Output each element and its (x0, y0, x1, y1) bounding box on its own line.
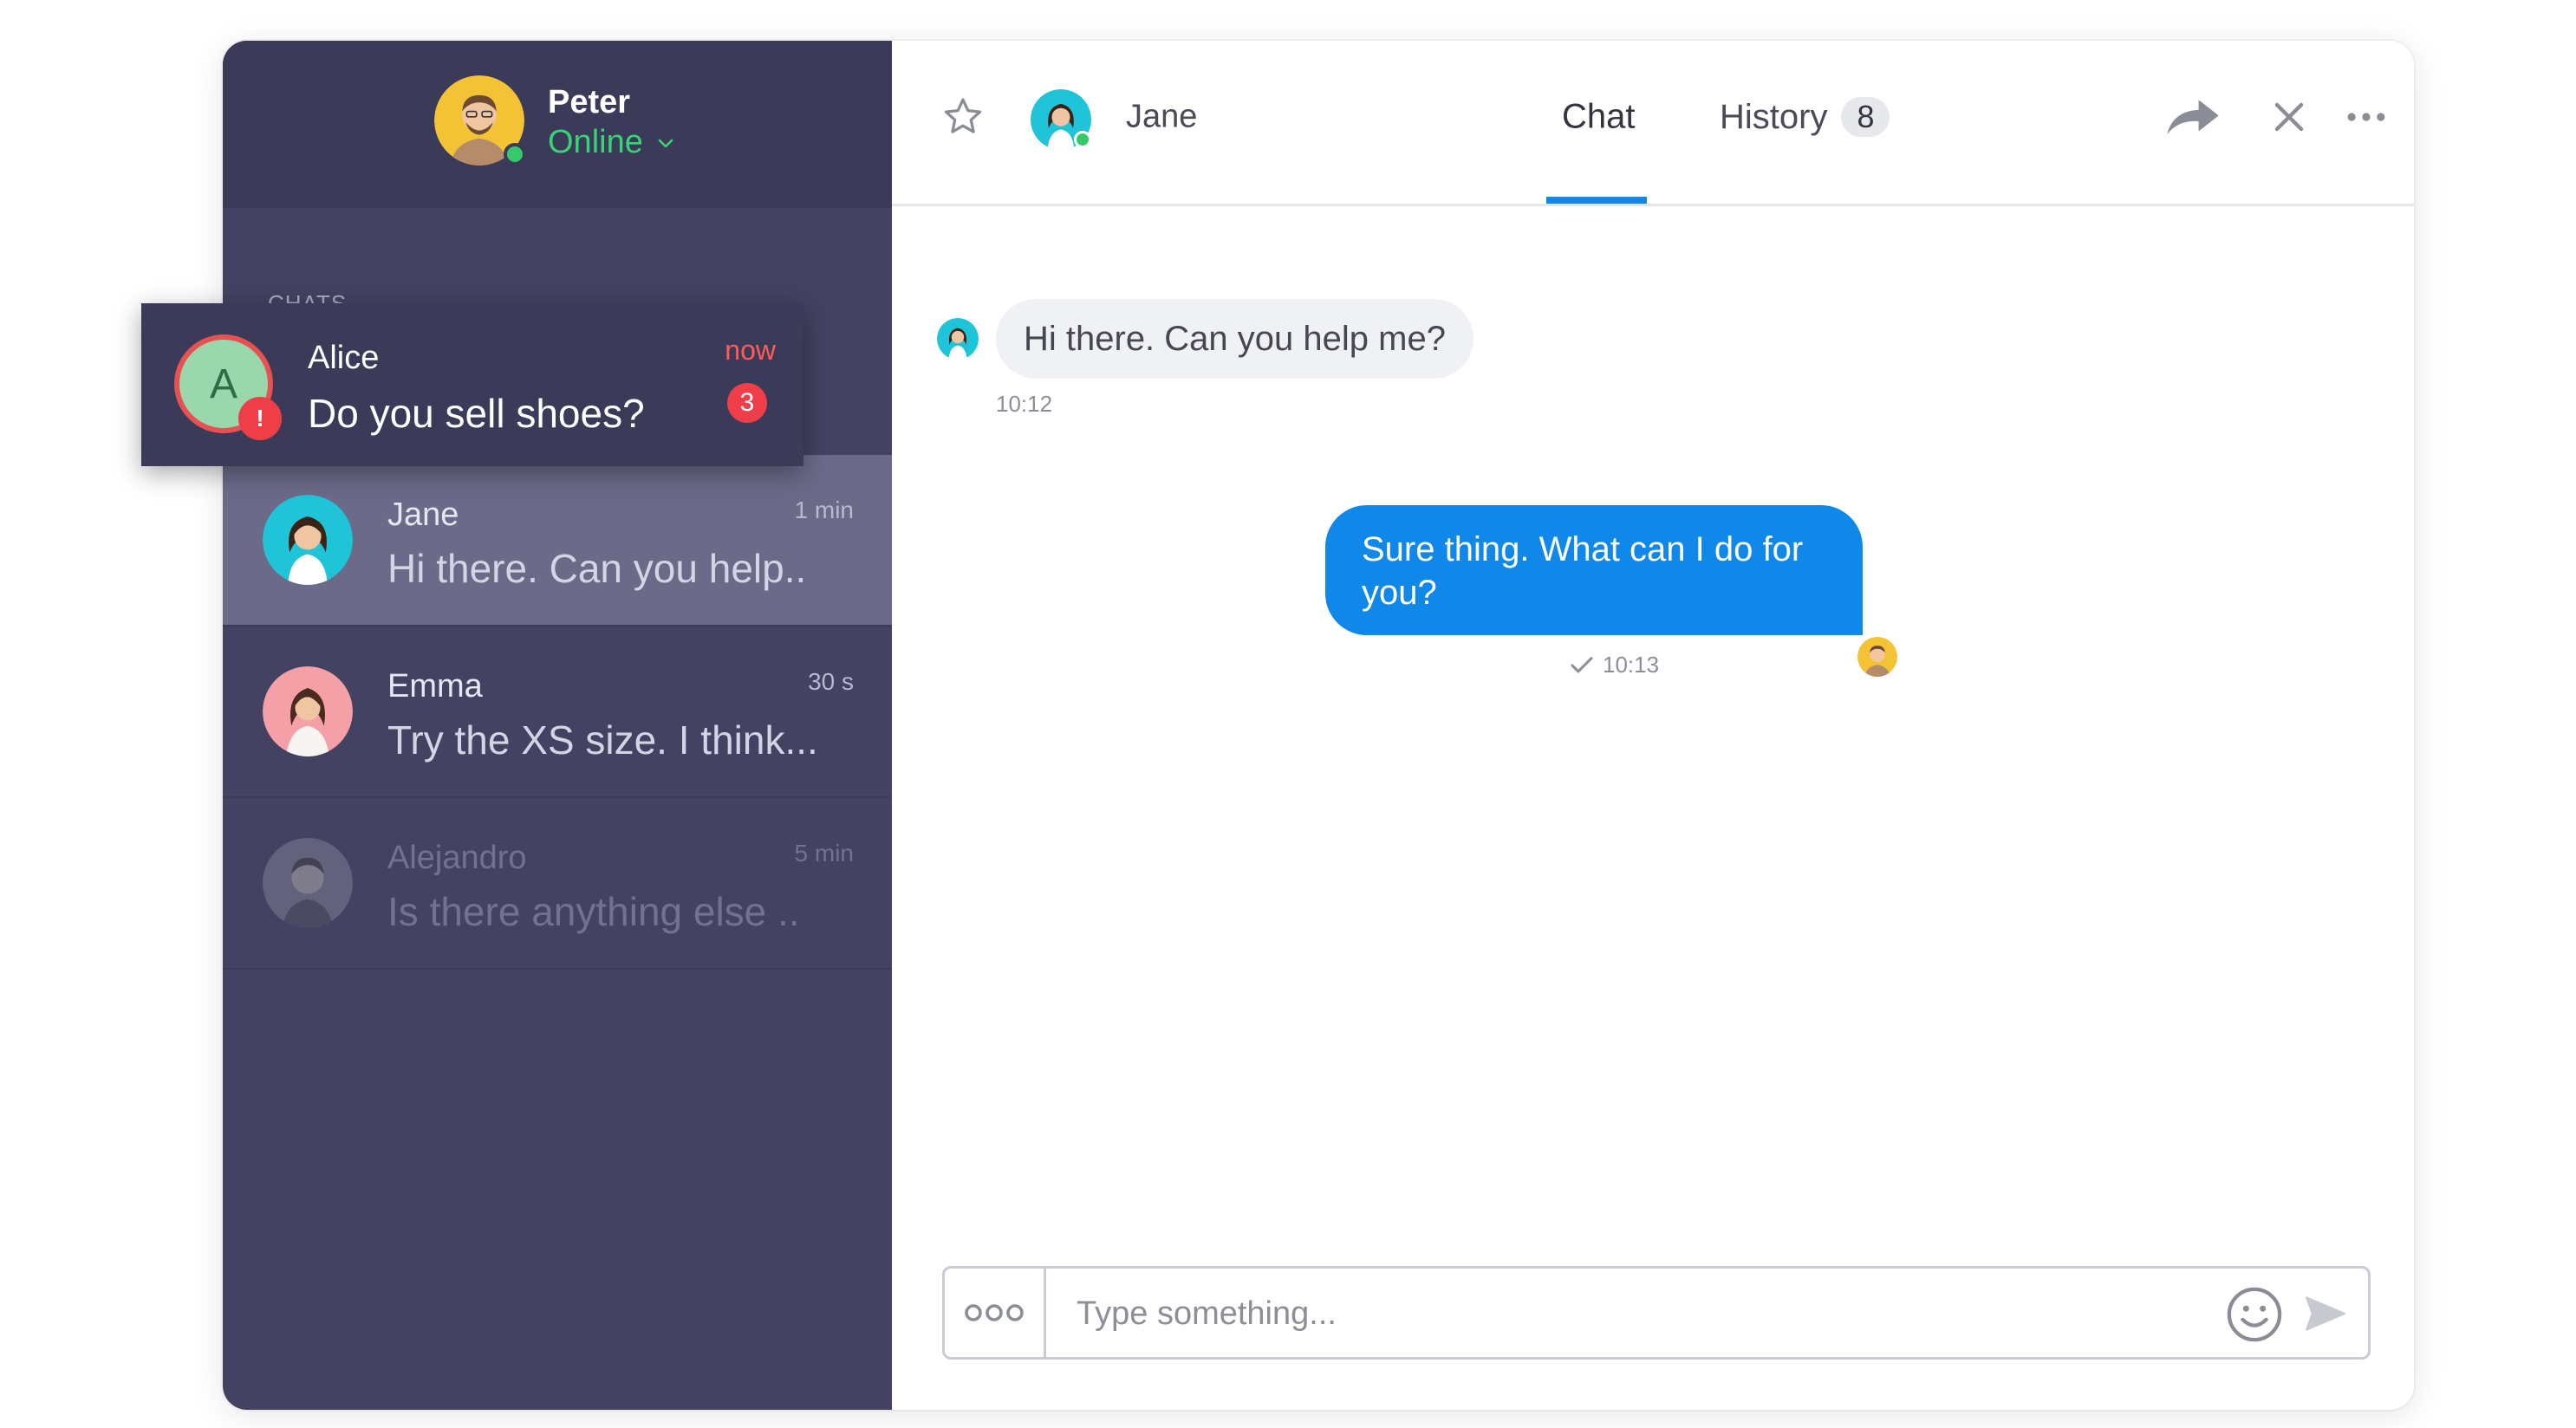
new-chat-notification[interactable]: A ! Alice now Do you sell shoes? 3 (141, 303, 803, 466)
online-indicator (504, 143, 526, 166)
notification-name: Alice (308, 340, 380, 376)
chat-item-message: Is there anything else .. (387, 889, 800, 934)
chat-item-alejandro[interactable]: Alejandro 5 min Is there anything else .… (223, 798, 892, 970)
tab-label: Chat (1562, 97, 1636, 136)
chat-item-emma[interactable]: Emma 30 s Try the XS size. I think... (223, 626, 892, 798)
notification-time: now (725, 334, 776, 366)
chevron-down-icon (658, 139, 673, 147)
emoji-icon[interactable] (2226, 1286, 2283, 1343)
chat-item-time: 30 s (808, 668, 854, 695)
outgoing-sender-avatar (1857, 637, 1897, 677)
chat-item-name: Jane (387, 497, 459, 533)
chat-item-message: Hi there. Can you help.. (387, 546, 807, 591)
chat-item-time: 5 min (794, 840, 854, 867)
chat-item-name: Emma (387, 668, 483, 704)
sidebar: Peter Online CHATS a Jane 1 min Hi there… (223, 41, 892, 1410)
outgoing-message-time: 10:13 (1603, 652, 1660, 678)
chat-header: Jane Chat History 8 (892, 41, 2414, 206)
check-icon (1571, 656, 1593, 672)
tab-history[interactable]: History 8 (1720, 97, 1890, 137)
unread-count-badge: 3 (727, 383, 767, 423)
tab-label: History (1720, 97, 1828, 136)
alejandro-avatar (263, 838, 353, 928)
history-count-badge: 8 (1841, 97, 1890, 137)
contact-name: Jane (1126, 98, 1198, 135)
incoming-sender-avatar (937, 318, 979, 360)
notification-message: Do you sell shoes? (308, 391, 645, 436)
agent-status-dropdown[interactable]: Online (548, 124, 674, 161)
jane-avatar (263, 495, 353, 585)
more-options-icon (965, 1304, 1024, 1321)
star-icon[interactable] (940, 94, 986, 140)
message-composer (942, 1266, 2371, 1360)
outgoing-message-status: 10:13 (1570, 652, 1659, 678)
chat-item-name: Alejandro (387, 840, 527, 876)
contact-online-indicator (1074, 131, 1091, 148)
chat-panel: Jane Chat History 8 Hi there. Can you he… (892, 41, 2414, 1410)
composer-more-button[interactable] (945, 1269, 1046, 1357)
alert-icon: ! (238, 397, 282, 440)
active-tab-indicator (1546, 197, 1647, 204)
tab-chat[interactable]: Chat (1562, 98, 1636, 137)
message-input[interactable] (1075, 1269, 2205, 1359)
chat-item-jane[interactable]: Jane 1 min Hi there. Can you help.. (223, 455, 892, 626)
outgoing-message-bubble: Sure thing. What can I do for you? (1325, 505, 1863, 635)
send-icon[interactable] (2304, 1295, 2347, 1333)
close-icon[interactable] (2272, 100, 2306, 134)
agent-status: Online (548, 124, 643, 160)
chat-item-message: Try the XS size. I think... (387, 717, 818, 763)
agent-profile[interactable]: Peter Online (223, 41, 892, 208)
chat-app-window: Peter Online CHATS a Jane 1 min Hi there… (223, 41, 2414, 1410)
agent-name: Peter (548, 84, 631, 120)
incoming-message-time: 10:12 (996, 391, 1053, 417)
more-icon[interactable] (2346, 108, 2386, 126)
incoming-message-bubble: Hi there. Can you help me? (996, 299, 1473, 379)
chat-item-time: 1 min (794, 497, 854, 523)
forward-icon[interactable] (2164, 93, 2221, 141)
emma-avatar (263, 666, 353, 756)
